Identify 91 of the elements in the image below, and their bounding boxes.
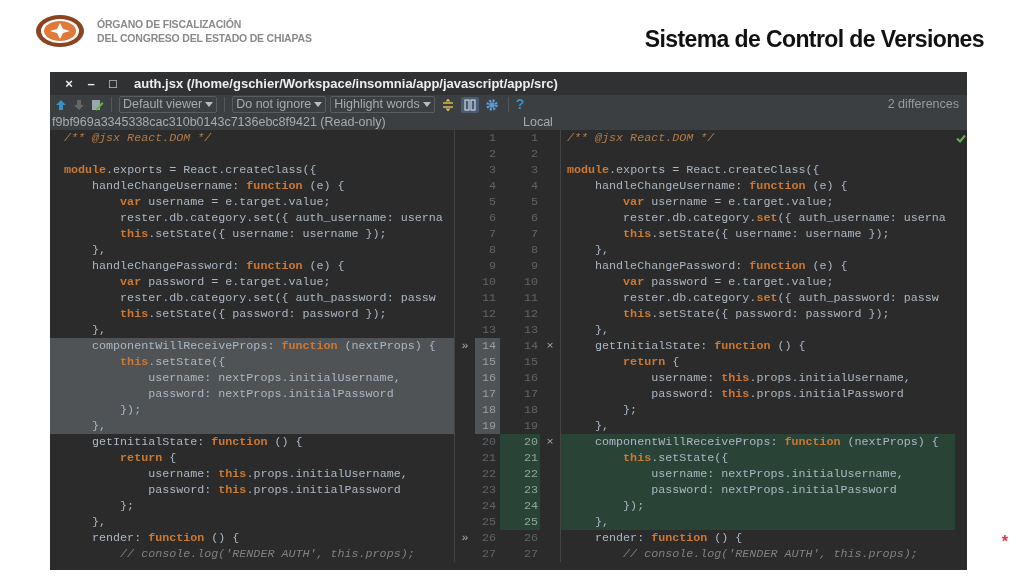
code-line: getInitialState: function () { bbox=[50, 434, 455, 450]
line-number: 18 bbox=[475, 402, 500, 418]
line-number: 20 bbox=[500, 434, 540, 450]
line-number: 21 bbox=[500, 450, 540, 466]
code-line: handleChangeUsername: function (e) { bbox=[50, 178, 455, 194]
line-number: 6 bbox=[530, 210, 539, 226]
logo bbox=[35, 14, 85, 48]
discard-change-button[interactable]: × bbox=[546, 435, 554, 449]
line-number: 15 bbox=[522, 354, 539, 370]
line-number: 12 bbox=[522, 306, 539, 322]
line-number: 19 bbox=[522, 418, 539, 434]
line-number: 8 bbox=[488, 242, 497, 258]
line-number: 3 bbox=[530, 162, 539, 178]
line-number: 7 bbox=[530, 226, 539, 242]
discard-change-button[interactable]: × bbox=[546, 339, 554, 353]
line-number: 24 bbox=[480, 498, 497, 514]
line-number: 23 bbox=[480, 482, 497, 498]
dropdown[interactable]: Default viewer bbox=[119, 96, 218, 113]
line-number: 2 bbox=[530, 146, 539, 162]
line-number: 10 bbox=[522, 274, 539, 290]
line-number: 20 bbox=[480, 434, 497, 450]
line-number: 12 bbox=[480, 306, 497, 322]
code-line: render: function () { bbox=[50, 530, 455, 546]
line-number: 7 bbox=[488, 226, 497, 242]
line-number: 9 bbox=[488, 258, 497, 274]
code-line: password: this.props.initialPassword bbox=[50, 482, 455, 498]
slide-title: Sistema de Control de Versiones bbox=[644, 25, 984, 54]
code-line: this.setState({ username: username }); bbox=[50, 226, 455, 242]
dropdown[interactable]: Do not ignore bbox=[232, 96, 327, 113]
line-number: 27 bbox=[480, 546, 497, 562]
line-number: 22 bbox=[500, 466, 540, 482]
line-number: 4 bbox=[488, 178, 497, 194]
line-number: 17 bbox=[475, 386, 500, 402]
line-number: 18 bbox=[522, 402, 539, 418]
line-number: 22 bbox=[480, 466, 497, 482]
code-line: // console.log('RENDER AUTH', this.props); bbox=[50, 546, 455, 562]
line-number: 23 bbox=[500, 482, 540, 498]
dropdown[interactable]: Highlight words bbox=[330, 96, 435, 113]
line-number: 15 bbox=[475, 354, 500, 370]
code-line: }, bbox=[50, 242, 455, 258]
code-line: var username = e.target.value; bbox=[50, 194, 455, 210]
line-number: 17 bbox=[522, 386, 539, 402]
line-number: 25 bbox=[480, 514, 497, 530]
line-number: 4 bbox=[530, 178, 539, 194]
code-line: module.exports = React.createClass({ bbox=[50, 162, 455, 178]
code-line: rester.db.category.set({ auth_password: passw bbox=[50, 290, 455, 306]
window-title: auth.jsx (/home/gschier/Workspace/insomnia/app/javascript/app/src) bbox=[134, 74, 558, 93]
line-number: 6 bbox=[488, 210, 497, 226]
minimize-button[interactable]: – bbox=[82, 73, 100, 94]
line-number: 25 bbox=[500, 514, 540, 530]
line-number: 26 bbox=[480, 530, 497, 546]
pane-label: Local bbox=[523, 114, 553, 130]
code-line: this.setState({ password: password }); bbox=[50, 306, 455, 322]
line-number: 13 bbox=[480, 322, 497, 338]
organization-name: ÓRGANO DE FISCALIZACIÓN bbox=[97, 17, 243, 31]
code-line: }, bbox=[50, 514, 455, 530]
line-number: 14 bbox=[522, 338, 539, 354]
line-number: 8 bbox=[530, 242, 539, 258]
side-by-side-icon[interactable] bbox=[460, 96, 479, 113]
line-number: 16 bbox=[475, 370, 500, 386]
close-button[interactable]: × bbox=[60, 73, 78, 94]
line-number: 19 bbox=[475, 418, 500, 434]
maximize-button[interactable]: □ bbox=[104, 73, 122, 94]
line-number: 21 bbox=[480, 450, 497, 466]
code-line: rester.db.category.set({ auth_username: userna bbox=[50, 210, 455, 226]
line-number: 9 bbox=[530, 258, 539, 274]
line-number: 5 bbox=[488, 194, 497, 210]
organization-name: DEL CONGRESO DEL ESTADO DE CHIAPAS bbox=[97, 31, 312, 45]
apply-change-button[interactable]: » bbox=[461, 531, 469, 545]
revision-label: f9bf969a3345338cac310b0143c7136ebc8f9421 (Read-only) bbox=[51, 114, 387, 130]
line-number: 13 bbox=[522, 322, 539, 338]
line-number: 3 bbox=[488, 162, 497, 178]
code-line: }; bbox=[50, 498, 455, 514]
edit-icon[interactable] bbox=[90, 97, 104, 112]
line-number: 16 bbox=[522, 370, 539, 386]
apply-change-button[interactable]: » bbox=[461, 339, 469, 353]
code-line: return { bbox=[50, 450, 455, 466]
line-number: 2 bbox=[488, 146, 497, 162]
code-line: handleChangePassword: function (e) { bbox=[50, 258, 455, 274]
line-number: 10 bbox=[480, 274, 497, 290]
footnote-mark: * bbox=[1001, 532, 1008, 552]
arrow-up-icon[interactable] bbox=[54, 97, 68, 112]
difference-count: 2 differences bbox=[887, 96, 959, 114]
line-number: 26 bbox=[522, 530, 539, 546]
code-line: /** @jsx React.DOM */ bbox=[50, 130, 455, 146]
line-number: 27 bbox=[522, 546, 539, 562]
line-number: 14 bbox=[475, 338, 500, 354]
line-number: 24 bbox=[500, 498, 540, 514]
code-line: username: this.props.initialUsername, bbox=[50, 466, 455, 482]
line-number: 5 bbox=[530, 194, 539, 210]
code-line: var password = e.target.value; bbox=[50, 274, 455, 290]
